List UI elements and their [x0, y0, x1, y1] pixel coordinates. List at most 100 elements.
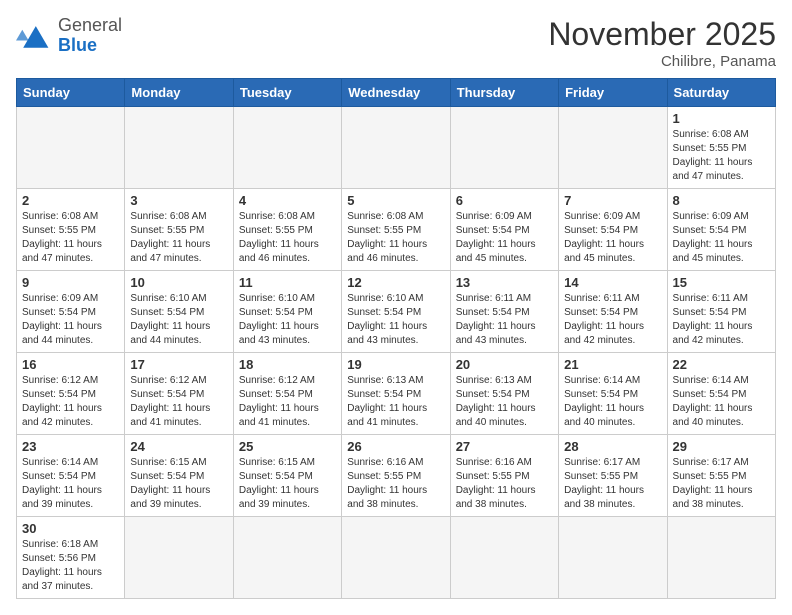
- logo-general-text: General: [58, 15, 122, 35]
- table-row: [233, 107, 341, 189]
- table-row: 23 Sunrise: 6:14 AMSunset: 5:54 PMDayligh…: [17, 435, 125, 517]
- day-info: Sunrise: 6:14 AMSunset: 5:54 PMDaylight:…: [673, 374, 770, 430]
- day-info: Sunrise: 6:12 AMSunset: 5:54 PMDaylight:…: [239, 374, 336, 430]
- day-number: 18: [239, 357, 336, 372]
- day-info: Sunrise: 6:16 AMSunset: 5:55 PMDaylight:…: [456, 456, 553, 512]
- day-number: 4: [239, 193, 336, 208]
- day-number: 1: [673, 111, 770, 126]
- header-friday: Friday: [559, 79, 667, 107]
- table-row: 4 Sunrise: 6:08 AMSunset: 5:55 PMDaylight…: [233, 189, 341, 271]
- table-row: 18 Sunrise: 6:12 AMSunset: 5:54 PMDayligh…: [233, 353, 341, 435]
- day-info: Sunrise: 6:15 AMSunset: 5:54 PMDaylight:…: [130, 456, 227, 512]
- table-row: 11Sunrise: 6:10 AMSunset: 5:54 PMDayligh…: [233, 271, 341, 353]
- table-row: 12 Sunrise: 6:10 AMSunset: 5:54 PMDayligh…: [342, 271, 450, 353]
- logo: General Blue: [16, 16, 122, 56]
- day-info: Sunrise: 6:08 AMSunset: 5:55 PMDaylight:…: [130, 210, 227, 266]
- day-number: 26: [347, 439, 444, 454]
- table-row: [125, 107, 233, 189]
- table-row: 8 Sunrise: 6:09 AMSunset: 5:54 PMDaylight…: [667, 189, 775, 271]
- day-number: 8: [673, 193, 770, 208]
- day-number: 21: [564, 357, 661, 372]
- day-info: Sunrise: 6:12 AMSunset: 5:54 PMDaylight:…: [22, 374, 119, 430]
- day-info: Sunrise: 6:17 AMSunset: 5:55 PMDaylight:…: [673, 456, 770, 512]
- table-row: [450, 517, 558, 599]
- table-row: [17, 107, 125, 189]
- header-saturday: Saturday: [667, 79, 775, 107]
- header: General Blue November 2025 Chilibre, Pan…: [16, 16, 776, 70]
- day-number: 14: [564, 275, 661, 290]
- header-sunday: Sunday: [17, 79, 125, 107]
- title-section: November 2025 Chilibre, Panama: [548, 16, 776, 70]
- table-row: [450, 107, 558, 189]
- table-row: 20 Sunrise: 6:13 AMSunset: 5:54 PMDayligh…: [450, 353, 558, 435]
- table-row: [342, 107, 450, 189]
- day-info: Sunrise: 6:14 AMSunset: 5:54 PMDaylight:…: [564, 374, 661, 430]
- day-number: 28: [564, 439, 661, 454]
- day-number: 20: [456, 357, 553, 372]
- table-row: 25Sunrise: 6:15 AMSunset: 5:54 PMDayligh…: [233, 435, 341, 517]
- day-info: Sunrise: 6:17 AMSunset: 5:55 PMDaylight:…: [564, 456, 661, 512]
- day-info: Sunrise: 6:11 AMSunset: 5:54 PMDaylight:…: [456, 292, 553, 348]
- day-info: Sunrise: 6:10 AMSunset: 5:54 PMDaylight:…: [239, 292, 336, 348]
- table-row: 14 Sunrise: 6:11 AMSunset: 5:54 PMDayligh…: [559, 271, 667, 353]
- table-row: 17Sunrise: 6:12 AMSunset: 5:54 PMDayligh…: [125, 353, 233, 435]
- day-info: Sunrise: 6:11 AMSunset: 5:54 PMDaylight:…: [564, 292, 661, 348]
- table-row: 16 Sunrise: 6:12 AMSunset: 5:54 PMDayligh…: [17, 353, 125, 435]
- day-info: Sunrise: 6:09 AMSunset: 5:54 PMDaylight:…: [22, 292, 119, 348]
- calendar-row: 16 Sunrise: 6:12 AMSunset: 5:54 PMDayligh…: [17, 353, 776, 435]
- table-row: 15 Sunrise: 6:11 AMSunset: 5:54 PMDayligh…: [667, 271, 775, 353]
- day-number: 16: [22, 357, 119, 372]
- day-number: 2: [22, 193, 119, 208]
- table-row: 21 Sunrise: 6:14 AMSunset: 5:54 PMDayligh…: [559, 353, 667, 435]
- day-info: Sunrise: 6:13 AMSunset: 5:54 PMDaylight:…: [347, 374, 444, 430]
- day-number: 12: [347, 275, 444, 290]
- table-row: [667, 517, 775, 599]
- day-info: Sunrise: 6:14 AMSunset: 5:54 PMDaylight:…: [22, 456, 119, 512]
- header-wednesday: Wednesday: [342, 79, 450, 107]
- day-info: Sunrise: 6:08 AMSunset: 5:55 PMDaylight:…: [673, 128, 770, 184]
- day-number: 15: [673, 275, 770, 290]
- table-row: [125, 517, 233, 599]
- logo-blue-text: Blue: [58, 35, 97, 55]
- table-row: 19 Sunrise: 6:13 AMSunset: 5:54 PMDayligh…: [342, 353, 450, 435]
- table-row: 22 Sunrise: 6:14 AMSunset: 5:54 PMDayligh…: [667, 353, 775, 435]
- table-row: 2Sunrise: 6:08 AMSunset: 5:55 PMDaylight…: [17, 189, 125, 271]
- calendar-table: Sunday Monday Tuesday Wednesday Thursday…: [16, 78, 776, 599]
- day-info: Sunrise: 6:08 AMSunset: 5:55 PMDaylight:…: [347, 210, 444, 266]
- day-number: 29: [673, 439, 770, 454]
- header-tuesday: Tuesday: [233, 79, 341, 107]
- calendar-row: 9 Sunrise: 6:09 AMSunset: 5:54 PMDaylight…: [17, 271, 776, 353]
- day-number: 22: [673, 357, 770, 372]
- calendar-row: 30Sunrise: 6:18 AMSunset: 5:56 PMDayligh…: [17, 517, 776, 599]
- table-row: [559, 107, 667, 189]
- table-row: [559, 517, 667, 599]
- table-row: 13 Sunrise: 6:11 AMSunset: 5:54 PMDayligh…: [450, 271, 558, 353]
- day-number: 19: [347, 357, 444, 372]
- header-monday: Monday: [125, 79, 233, 107]
- table-row: 7 Sunrise: 6:09 AMSunset: 5:54 PMDaylight…: [559, 189, 667, 271]
- table-row: 27Sunrise: 6:16 AMSunset: 5:55 PMDayligh…: [450, 435, 558, 517]
- table-row: [233, 517, 341, 599]
- day-number: 7: [564, 193, 661, 208]
- day-info: Sunrise: 6:10 AMSunset: 5:54 PMDaylight:…: [347, 292, 444, 348]
- calendar-row: 2 Sunrise: 6:08 AMSunset: 5:55 PMDaylight…: [17, 189, 776, 271]
- logo-icon: [16, 22, 52, 50]
- table-row: 6Sunrise: 6:09 AMSunset: 5:54 PMDaylight…: [450, 189, 558, 271]
- day-number: 23: [22, 439, 119, 454]
- day-info: Sunrise: 6:09 AMSunset: 5:54 PMDaylight:…: [673, 210, 770, 266]
- day-info: Sunrise: 6:11 AMSunset: 5:54 PMDaylight:…: [673, 292, 770, 348]
- day-info: Sunrise: 6:09 AMSunset: 5:54 PMDaylight:…: [564, 210, 661, 266]
- day-info: Sunrise: 6:08 AMSunset: 5:55 PMDaylight:…: [239, 210, 336, 266]
- weekday-header-row: Sunday Monday Tuesday Wednesday Thursday…: [17, 79, 776, 107]
- month-title: November 2025: [548, 16, 776, 53]
- header-thursday: Thursday: [450, 79, 558, 107]
- table-row: 9 Sunrise: 6:09 AMSunset: 5:54 PMDaylight…: [17, 271, 125, 353]
- table-row: 26 Sunrise: 6:16 AMSunset: 5:55 PMDayligh…: [342, 435, 450, 517]
- day-number: 9: [22, 275, 119, 290]
- day-info: Sunrise: 6:13 AMSunset: 5:54 PMDaylight:…: [456, 374, 553, 430]
- logo-text: General Blue: [58, 16, 122, 56]
- day-number: 30: [22, 521, 119, 536]
- day-info: Sunrise: 6:09 AMSunset: 5:54 PMDaylight:…: [456, 210, 553, 266]
- day-info: Sunrise: 6:16 AMSunset: 5:55 PMDaylight:…: [347, 456, 444, 512]
- day-number: 13: [456, 275, 553, 290]
